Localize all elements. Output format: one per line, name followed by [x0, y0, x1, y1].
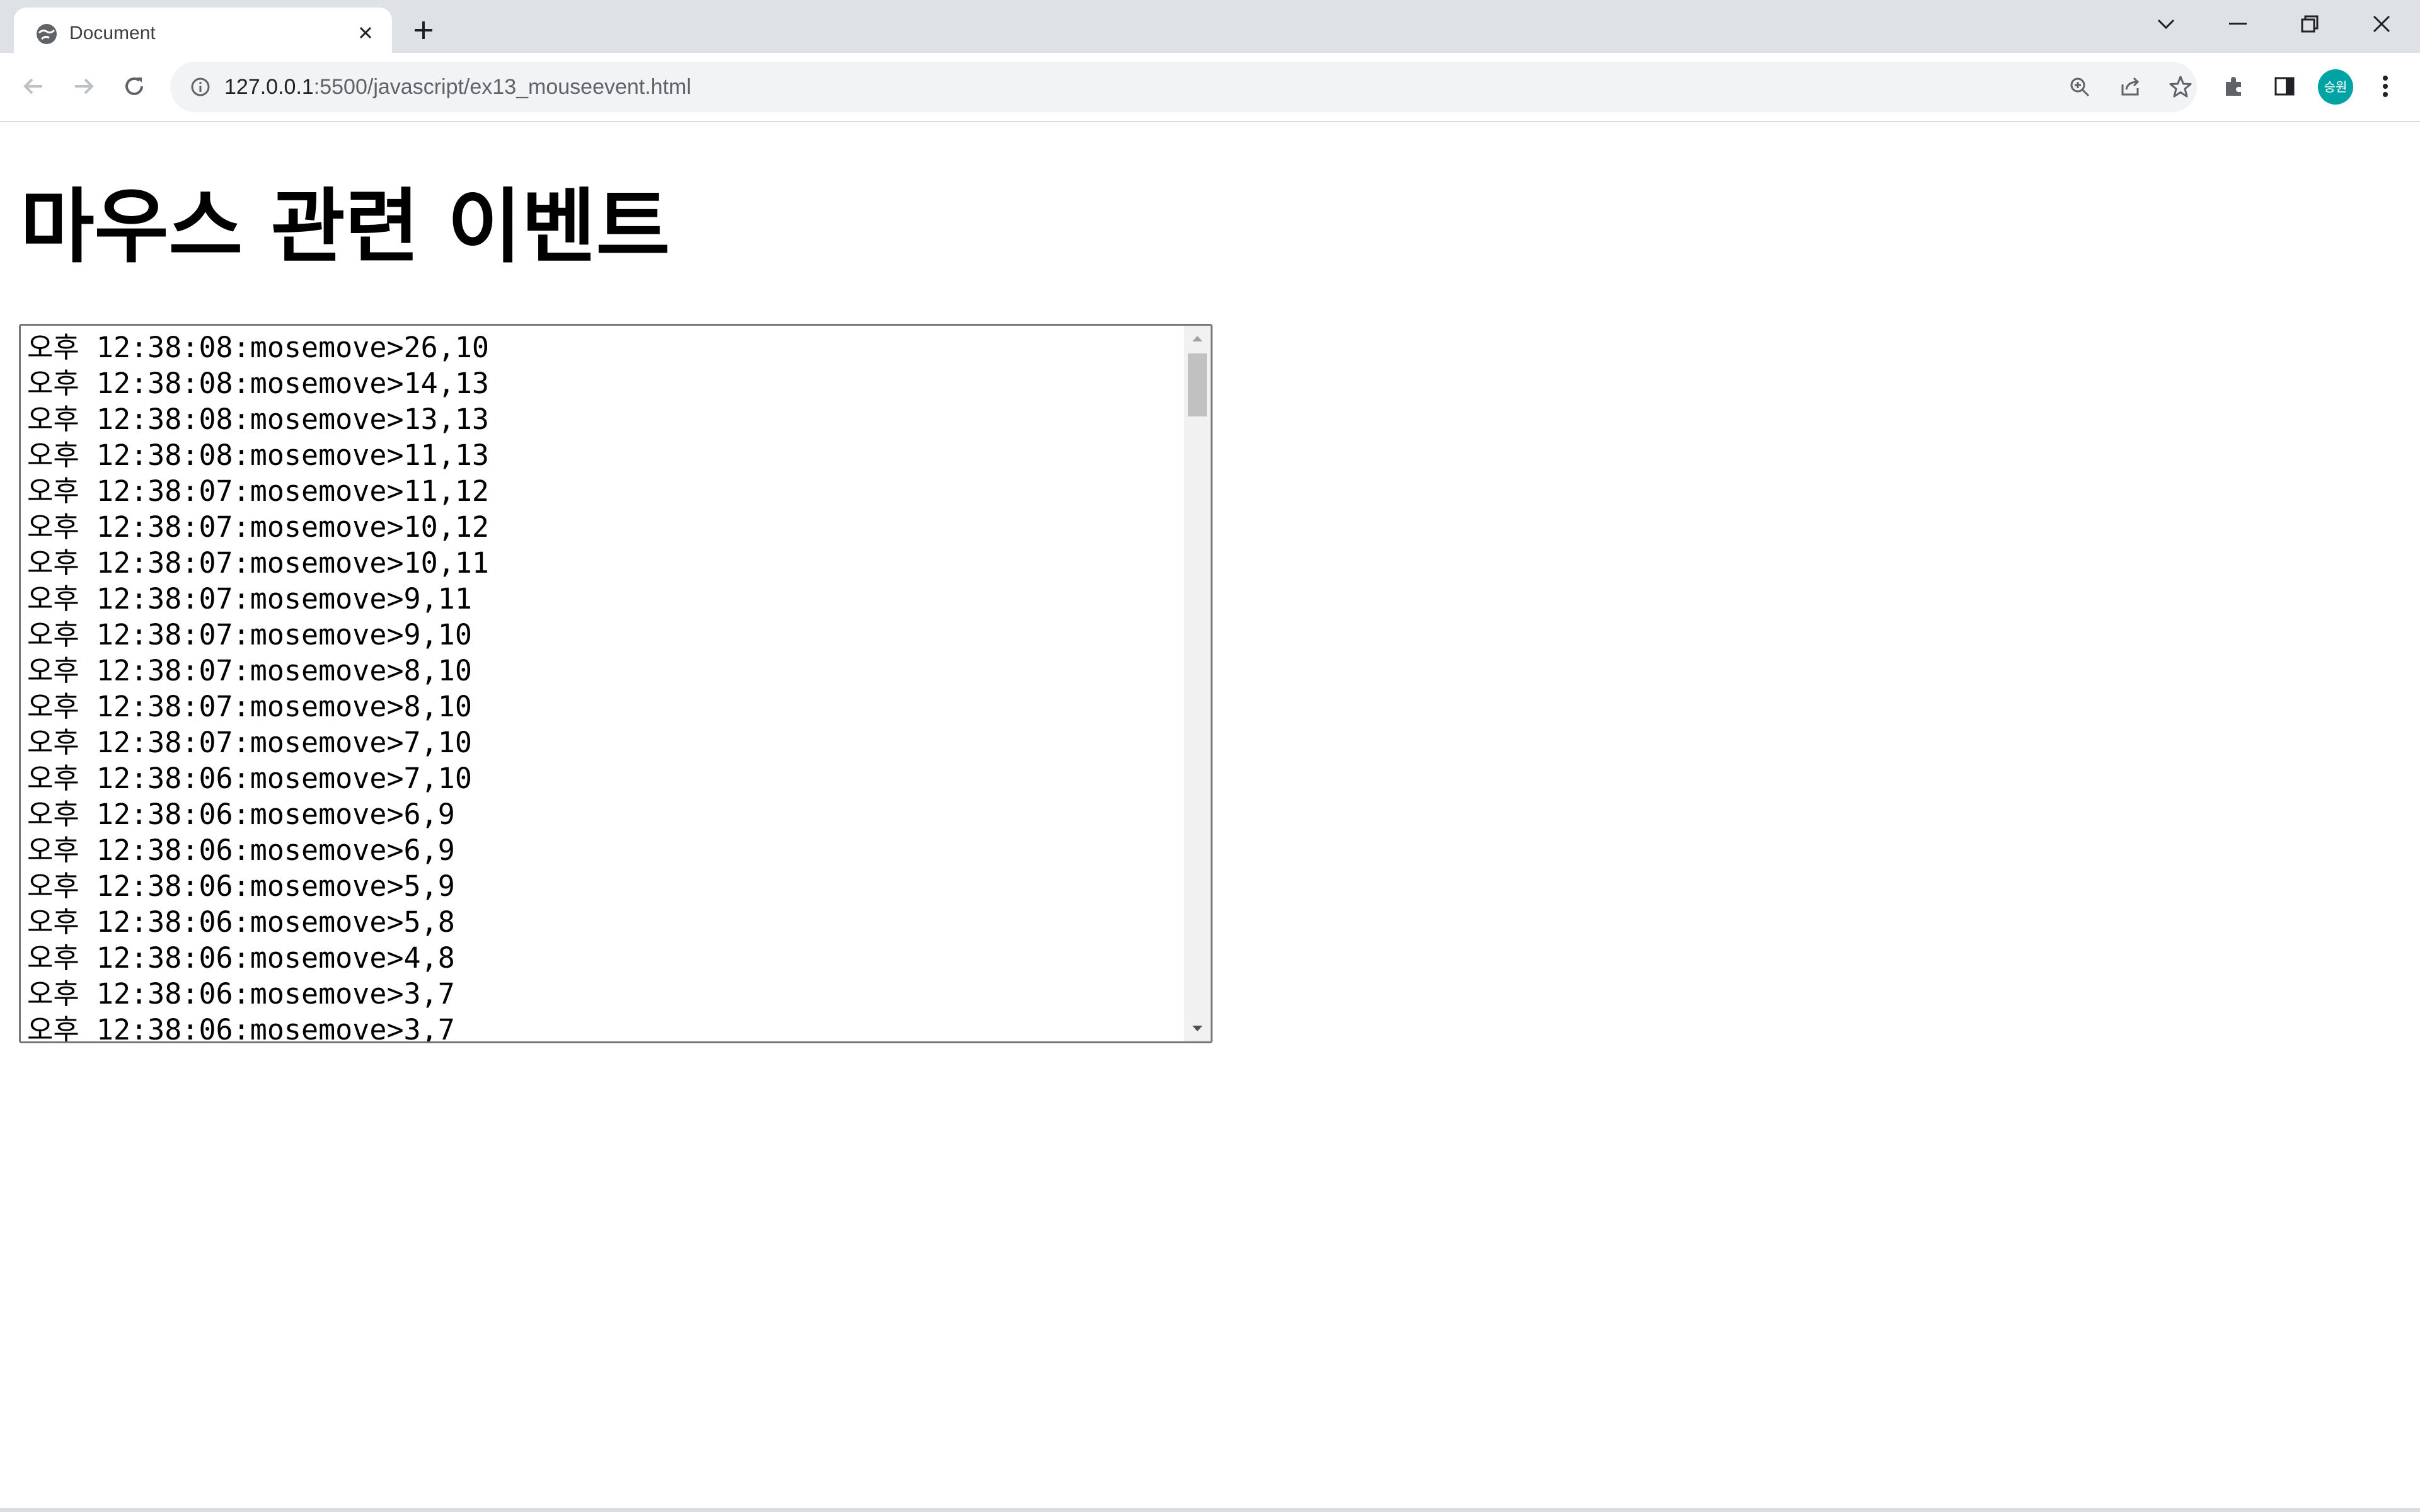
browser-tab[interactable]: Document [14, 8, 392, 53]
new-tab-icon[interactable] [406, 13, 441, 48]
scroll-thumb[interactable] [1188, 353, 1207, 416]
log-line: 오후 12:38:06:mosemove>3,7 [27, 1013, 455, 1043]
window-close-icon[interactable] [2347, 0, 2416, 48]
scrollbar[interactable] [1184, 326, 1211, 1041]
star-icon[interactable] [2164, 71, 2197, 103]
log-line: 오후 12:38:06:mosemove>5,9 [27, 869, 455, 903]
info-icon[interactable] [184, 71, 217, 103]
log-line: 오후 12:38:08:mosemove>14,13 [27, 367, 490, 400]
log-line: 오후 12:38:06:mosemove>5,8 [27, 905, 455, 939]
zoom-icon[interactable] [2063, 71, 2096, 103]
minimize-icon[interactable] [2203, 0, 2273, 48]
scroll-down-icon[interactable] [1184, 1016, 1211, 1041]
log-line: 오후 12:38:07:mosemove>8,10 [27, 654, 472, 687]
address-bar[interactable]: 127.0.0.1:5500/javascript/ex13_mouseeven… [170, 62, 2197, 112]
back-icon[interactable] [13, 66, 54, 107]
close-icon[interactable] [352, 19, 379, 47]
globe-icon [34, 21, 59, 47]
log-line: 오후 12:38:08:mosemove>11,13 [27, 438, 490, 472]
log-line: 오후 12:38:06:mosemove>6,9 [27, 833, 455, 867]
log-line: 오후 12:38:07:mosemove>7,10 [27, 726, 472, 759]
log-line: 오후 12:38:08:mosemove>26,10 [27, 331, 490, 364]
log-lines: 오후 12:38:08:mosemove>26,10 오후 12:38:08:mo… [27, 329, 1187, 1043]
log-line: 오후 12:38:07:mosemove>8,10 [27, 690, 472, 723]
url-path: :5500/javascript/ex13_mouseevent.html [313, 75, 691, 99]
log-line: 오후 12:38:07:mosemove>9,11 [27, 582, 472, 616]
log-line: 오후 12:38:06:mosemove>7,10 [27, 762, 472, 795]
url-text[interactable]: 127.0.0.1:5500/javascript/ex13_mouseeven… [224, 73, 691, 101]
avatar[interactable]: 승원 [2318, 69, 2353, 105]
menu-icon[interactable] [2366, 67, 2405, 106]
window-bottom-border [0, 1508, 2420, 1512]
log-line: 오후 12:38:08:mosemove>13,13 [27, 403, 490, 436]
log-line: 오후 12:38:07:mosemove>10,11 [27, 546, 490, 580]
log-line: 오후 12:38:06:mosemove>4,8 [27, 941, 455, 975]
log-line: 오후 12:38:07:mosemove>9,10 [27, 618, 472, 651]
url-host: 127.0.0.1 [224, 75, 314, 99]
log-line: 오후 12:38:07:mosemove>11,12 [27, 474, 490, 508]
forward-icon[interactable] [63, 66, 105, 107]
page-title: 마우스 관련 이벤트 [20, 180, 671, 274]
reload-icon[interactable] [113, 66, 155, 107]
browser-toolbar: 127.0.0.1:5500/javascript/ex13_mouseeven… [0, 53, 2420, 122]
restore-icon[interactable] [2275, 0, 2344, 48]
log-line: 오후 12:38:06:mosemove>6,9 [27, 798, 455, 831]
scroll-up-icon[interactable] [1184, 326, 1211, 351]
tab-strip: Document [0, 0, 2420, 53]
side-panel-icon[interactable] [2265, 67, 2304, 106]
log-line: 오후 12:38:07:mosemove>10,12 [27, 510, 490, 544]
log-line: 오후 12:38:06:mosemove>3,7 [27, 977, 455, 1011]
tab-search-icon[interactable] [2131, 0, 2201, 48]
share-icon[interactable] [2114, 71, 2146, 103]
event-log-textarea[interactable]: 오후 12:38:08:mosemove>26,10 오후 12:38:08:mo… [19, 324, 1213, 1043]
extensions-icon[interactable] [2215, 67, 2254, 106]
tab-title: Document [69, 23, 156, 43]
